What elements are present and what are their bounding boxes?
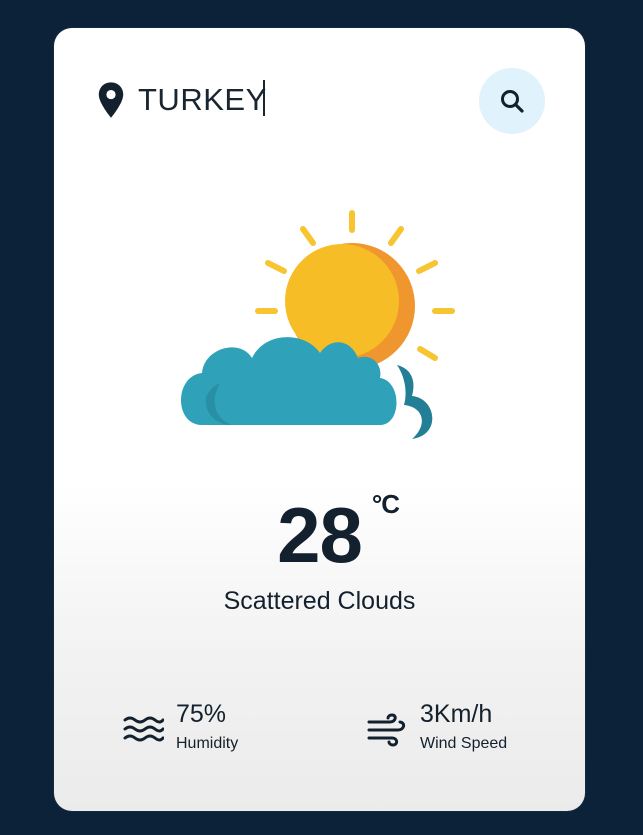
- humidity-stat: 75% Humidity: [122, 700, 292, 760]
- wind-icon: [367, 713, 406, 747]
- map-pin-icon: [98, 82, 124, 118]
- text-cursor: [263, 80, 265, 116]
- humidity-waves-icon: [123, 716, 164, 742]
- humidity-value: 75%: [176, 700, 227, 728]
- weather-card: 28 °C Scattered Clouds 75% Humidity 3Km/h…: [54, 28, 585, 811]
- wind-speed-value: 3Km/h: [420, 700, 493, 728]
- temperature-block: 28 °C: [54, 490, 585, 580]
- partly-cloudy-sun-icon: [181, 210, 455, 439]
- search-icon: [501, 90, 524, 113]
- weather-condition: Scattered Clouds: [223, 587, 416, 615]
- city-search-input[interactable]: [138, 78, 458, 122]
- temperature-unit: °C: [371, 489, 400, 519]
- wind-speed-stat: 3Km/h Wind Speed: [366, 700, 556, 760]
- temperature-number: 28: [277, 491, 363, 579]
- temperature-value: 28 °C: [277, 490, 400, 580]
- search-bar: [94, 68, 545, 134]
- wind-speed-label: Wind Speed: [420, 735, 508, 752]
- search-button[interactable]: [479, 68, 545, 134]
- humidity-label: Humidity: [176, 735, 239, 752]
